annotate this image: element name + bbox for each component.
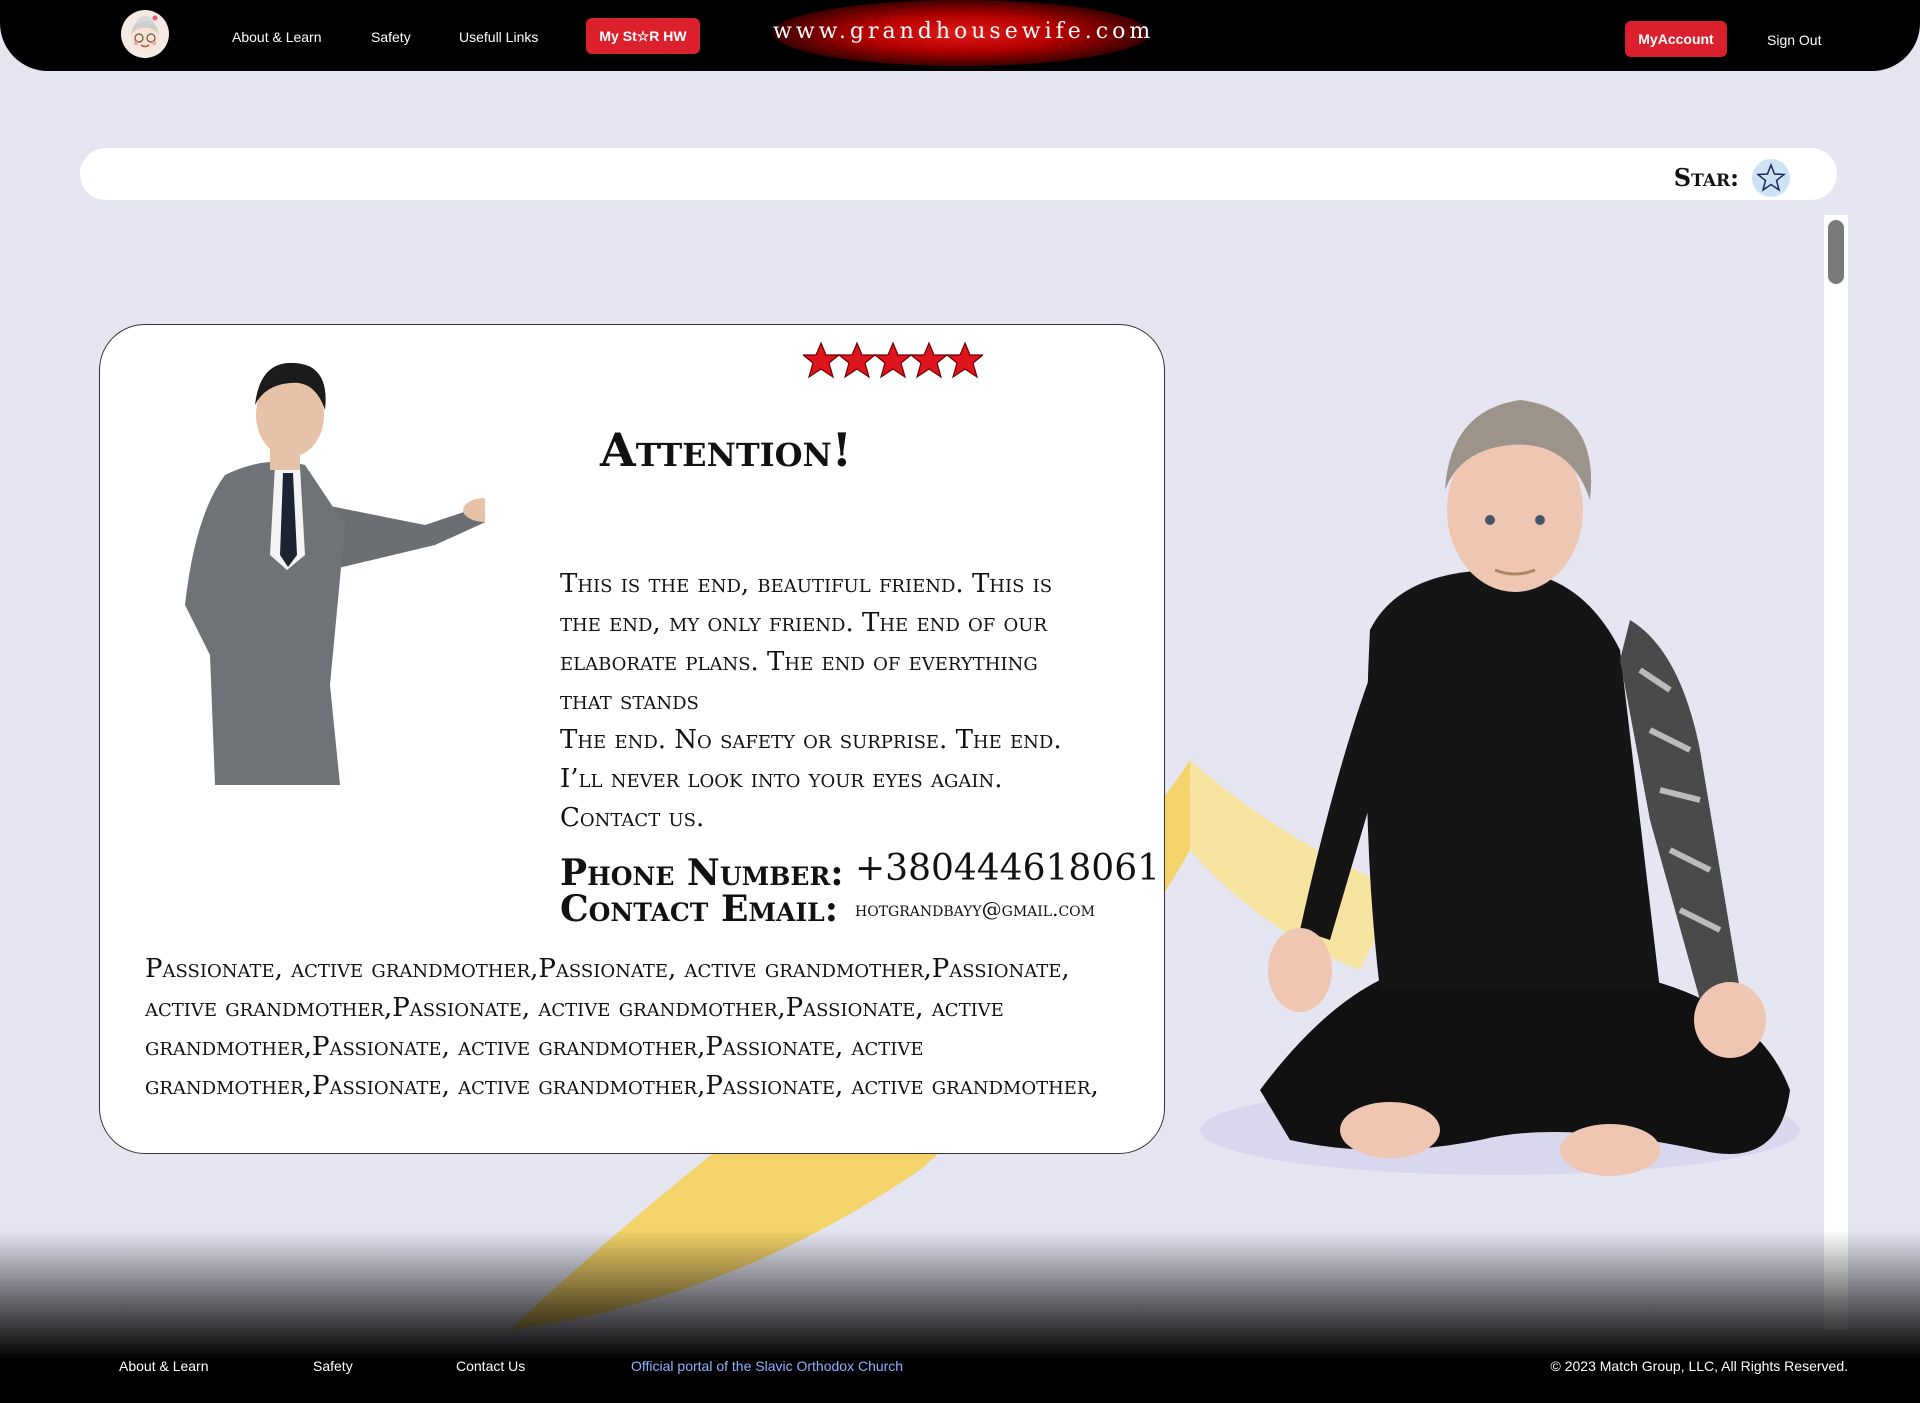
- card-body-text: This is the end, beautiful friend. This …: [560, 565, 1080, 838]
- businessman-pointing-photo: [185, 362, 485, 785]
- nav-about-learn-link[interactable]: About & Learn: [232, 29, 322, 45]
- card-title: Attention!: [600, 423, 852, 477]
- card-body-paragraph: The end. No safety or surprise. The end.…: [560, 725, 1062, 833]
- nav-useful-links-link[interactable]: Usefull Links: [459, 29, 538, 45]
- email-row: Contact Email:: [560, 891, 838, 927]
- email-value: hotgrandbayy@gmail.com: [855, 897, 1095, 921]
- profile-description: Passionate, active grandmother,Passionat…: [145, 954, 1099, 1101]
- nav-safety-link[interactable]: Safety: [371, 29, 411, 45]
- footer-church-portal-link[interactable]: Official portal of the Slavic Orthodox C…: [631, 1358, 903, 1374]
- grandma-logo-icon[interactable]: [121, 10, 169, 58]
- my-account-button[interactable]: MyAccount: [1625, 21, 1727, 57]
- footer-contact-us-link[interactable]: Contact Us: [456, 1358, 525, 1374]
- top-navigation-bar: About & Learn Safety Usefull Links My St…: [0, 0, 1920, 71]
- footer-copyright: © 2023 Match Group, LLC, All Rights Rese…: [1550, 1358, 1848, 1374]
- email-label: Contact Email:: [560, 888, 839, 930]
- footer-background: [0, 1230, 1920, 1403]
- phone-row: Phone Number:: [560, 855, 844, 891]
- rating-star-icon: [837, 341, 877, 379]
- phone-value: +380444618061: [855, 848, 1161, 889]
- rating-star-icon: [873, 341, 913, 379]
- scrollbar-thumb[interactable]: [1828, 220, 1844, 284]
- sign-out-link[interactable]: Sign Out: [1767, 32, 1821, 48]
- star-label: Star:: [1673, 163, 1739, 192]
- profile-card: Attention! This is the end, beautiful fr…: [99, 324, 1165, 1154]
- site-title-banner: www.grandhousewife.com: [773, 0, 1155, 66]
- star-outline-icon: [1755, 162, 1787, 192]
- footer-safety-link[interactable]: Safety: [313, 1358, 353, 1374]
- rating-star-icon: [909, 341, 949, 379]
- footer-about-learn-link[interactable]: About & Learn: [119, 1358, 209, 1374]
- rating-stars: [803, 341, 983, 379]
- site-title-text: www.grandhousewife.com: [773, 19, 1155, 44]
- scrollbar-track[interactable]: [1824, 215, 1848, 1330]
- card-body-paragraph: This is the end, beautiful friend. This …: [560, 569, 1053, 716]
- star-bar: Star:: [80, 148, 1837, 200]
- my-star-hw-button[interactable]: My St☆R HW: [586, 18, 700, 54]
- rating-star-icon: [803, 341, 841, 379]
- star-toggle-button[interactable]: [1752, 159, 1790, 197]
- rating-star-icon: [945, 341, 983, 379]
